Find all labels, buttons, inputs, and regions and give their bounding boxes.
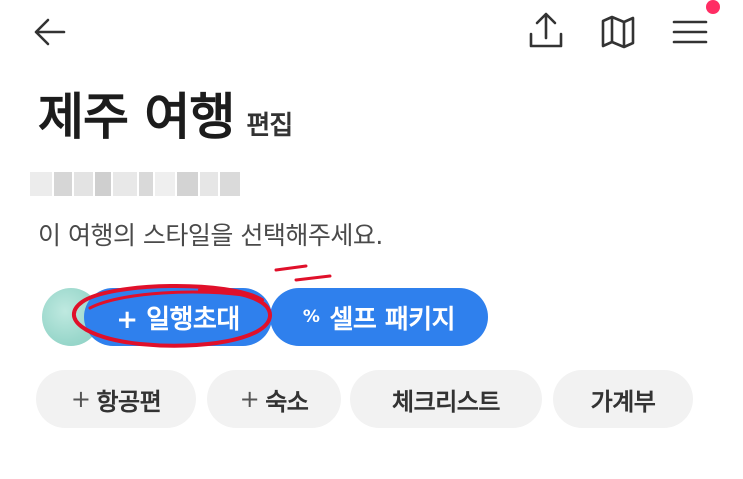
- plus-icon: +: [70, 385, 91, 413]
- blurred-trip-dates: [30, 172, 240, 196]
- map-icon[interactable]: [596, 10, 640, 54]
- self-package-label: 셀프 패키지: [329, 304, 456, 335]
- trip-title: 제주 여행: [38, 88, 235, 146]
- edit-button[interactable]: 편집: [246, 113, 293, 139]
- checklist-chip[interactable]: 체크리스트: [350, 370, 542, 428]
- invite-label: + 일행초대: [116, 304, 240, 335]
- top-bar: [0, 0, 743, 64]
- menu-icon[interactable]: [666, 10, 714, 54]
- invite-companion-button[interactable]: + 일행초대: [84, 288, 272, 346]
- stay-label: 숙소: [265, 387, 309, 416]
- checklist-label: 체크리스트: [392, 387, 500, 416]
- flight-label: 항공편: [96, 387, 162, 416]
- percent-icon: %: [302, 307, 320, 327]
- plus-icon: +: [239, 385, 260, 413]
- budget-label: 가계부: [590, 387, 656, 416]
- self-package-button[interactable]: % 셀프 패키지: [270, 288, 488, 346]
- style-prompt-text: 이 여행의 스타일을 선택해주세요.: [38, 221, 383, 250]
- add-stay-chip[interactable]: + 숙소: [207, 370, 341, 428]
- notification-dot: [706, 0, 720, 14]
- add-flight-chip[interactable]: + 항공편: [36, 370, 196, 428]
- share-icon[interactable]: [524, 8, 568, 54]
- budget-chip[interactable]: 가계부: [553, 370, 693, 428]
- back-arrow-icon[interactable]: [28, 10, 72, 54]
- title-row: 제주 여행 편집: [38, 88, 293, 162]
